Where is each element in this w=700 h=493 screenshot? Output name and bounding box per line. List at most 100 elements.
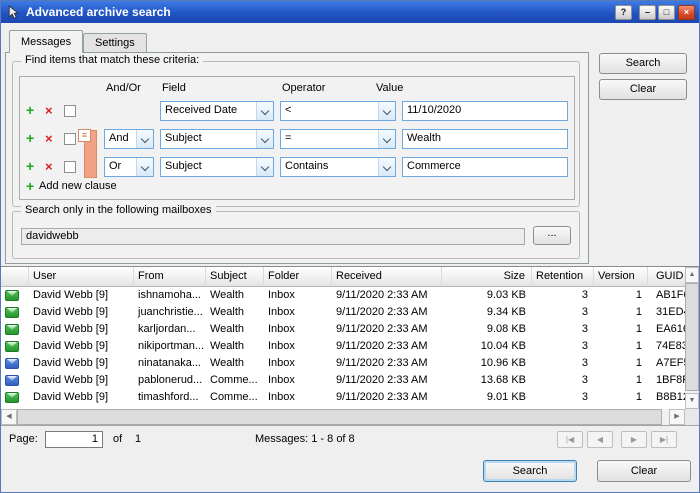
delete-clause-icon[interactable]: × [45,103,53,118]
field-select[interactable]: Subject [160,129,274,149]
cell-guid: 74E83 [648,338,685,355]
mail-icon [5,392,19,403]
cell-from: karljordan... [134,321,206,338]
clear-button[interactable]: Clear [599,79,687,100]
maximize-icon[interactable]: □ [658,5,675,20]
cell-user: David Webb [9] [29,321,134,338]
tab-messages[interactable]: Messages [9,30,83,53]
cell-user: David Webb [9] [29,372,134,389]
column-header-folder[interactable]: Folder [264,267,332,287]
cell-size: 10.96 KB [442,355,532,372]
first-page-button[interactable]: |◀ [557,431,583,448]
cell-received: 9/11/2020 2:33 AM [332,287,442,304]
table-row[interactable]: David Webb [9] timashford... Comme... In… [1,389,685,406]
search-button-footer[interactable]: Search [483,460,577,482]
browse-mailboxes-button[interactable]: ... [533,226,571,245]
column-header-icon[interactable] [1,267,29,287]
value-input[interactable]: Wealth [402,129,568,149]
column-header-subject[interactable]: Subject [206,267,264,287]
table-row[interactable]: David Webb [9] juanchristie... Wealth In… [1,304,685,321]
cell-folder: Inbox [264,389,332,406]
cell-subject: Wealth [206,355,264,372]
cell-retention: 3 [532,338,594,355]
table-row[interactable]: David Webb [9] pablonerud... Comme... In… [1,372,685,389]
column-header-size[interactable]: Size [442,267,532,287]
add-clause-icon[interactable]: + [26,158,34,174]
v-scrollbar-thumb[interactable] [685,283,699,391]
criteria-row: + × Or Subject Contains Comm [20,157,574,179]
operator-select[interactable]: = [280,129,396,149]
page-input[interactable]: 1 [45,431,103,448]
previous-page-button[interactable]: ◀ [587,431,613,448]
table-row[interactable]: David Webb [9] ninatanaka... Wealth Inbo… [1,355,685,372]
field-select-value: Received Date [165,104,255,116]
table-row[interactable]: David Webb [9] karljordan... Wealth Inbo… [1,321,685,338]
chevron-down-icon [378,102,395,120]
h-scrollbar[interactable]: ◀ ▶ [1,409,685,425]
cell-received: 9/11/2020 2:33 AM [332,389,442,406]
add-clause-icon[interactable]: + [26,102,34,118]
next-page-button[interactable]: ▶ [621,431,647,448]
add-clause-icon[interactable]: + [26,130,34,146]
table-row[interactable]: David Webb [9] nikiportman... Wealth Inb… [1,338,685,355]
cell-folder: Inbox [264,372,332,389]
delete-clause-icon[interactable]: × [45,159,53,174]
clause-checkbox[interactable] [64,161,76,173]
minimize-icon[interactable]: – [639,5,656,20]
cell-folder: Inbox [264,321,332,338]
column-header-received[interactable]: Received [332,267,442,287]
mail-icon [5,358,19,369]
tab-settings[interactable]: Settings [83,33,147,53]
cell-folder: Inbox [264,287,332,304]
operator-select[interactable]: Contains [280,157,396,177]
delete-clause-icon[interactable]: × [45,131,53,146]
clause-checkbox[interactable] [64,105,76,117]
last-page-button[interactable]: ▶| [651,431,677,448]
help-icon[interactable]: ? [615,5,632,20]
value-input[interactable]: 11/10/2020 [402,101,568,121]
column-header-from[interactable]: From [134,267,206,287]
scrollbar-corner [685,409,699,425]
scroll-left-button[interactable]: ◀ [1,409,17,425]
scroll-up-button[interactable]: ▲ [685,267,699,283]
close-icon[interactable]: × [678,5,695,20]
clear-button-footer[interactable]: Clear [597,460,691,482]
operator-select[interactable]: < [280,101,396,121]
field-select[interactable]: Subject [160,157,274,177]
search-button[interactable]: Search [599,53,687,74]
title-bar[interactable]: Advanced archive search ? – □ × [1,1,699,23]
table-row[interactable]: David Webb [9] ishnamoha... Wealth Inbox… [1,287,685,304]
field-select-value: Subject [165,160,255,172]
cell-subject: Wealth [206,304,264,321]
window-controls: ? – □ × [615,5,695,20]
field-select[interactable]: Received Date [160,101,274,121]
cell-retention: 3 [532,321,594,338]
column-header-guid[interactable]: GUID [648,267,685,287]
cell-user: David Webb [9] [29,338,134,355]
cell-version: 1 [594,389,648,406]
cell-guid: A7EF5 [648,355,685,372]
cell-icon [1,304,29,321]
messages-count: Messages: 1 - 8 of 8 [255,433,355,445]
column-header-retention[interactable]: Retention [532,267,594,287]
add-new-clause-link[interactable]: + Add new clause [20,177,574,195]
cell-size: 9.01 KB [442,389,532,406]
column-header-operator: Operator [282,82,325,94]
clause-checkbox[interactable] [64,133,76,145]
cell-subject: Comme... [206,389,264,406]
criteria-grid: And/Or Field Operator Value ≡ + × Receiv… [19,76,575,200]
v-scrollbar[interactable]: ▲ ▼ [685,267,699,409]
scroll-right-button[interactable]: ▶ [669,409,685,425]
mailboxes-input[interactable]: davidwebb [21,228,525,245]
column-header-version[interactable]: Version [594,267,648,287]
h-scrollbar-thumb[interactable] [17,409,662,425]
cell-retention: 3 [532,372,594,389]
cell-icon [1,338,29,355]
andor-select[interactable]: Or [104,157,154,177]
scroll-down-button[interactable]: ▼ [685,393,699,409]
operator-select-value: Contains [285,160,377,172]
value-input[interactable]: Commerce [402,157,568,177]
cell-guid: 1BF8F [648,372,685,389]
andor-select[interactable]: And [104,129,154,149]
column-header-user[interactable]: User [29,267,134,287]
